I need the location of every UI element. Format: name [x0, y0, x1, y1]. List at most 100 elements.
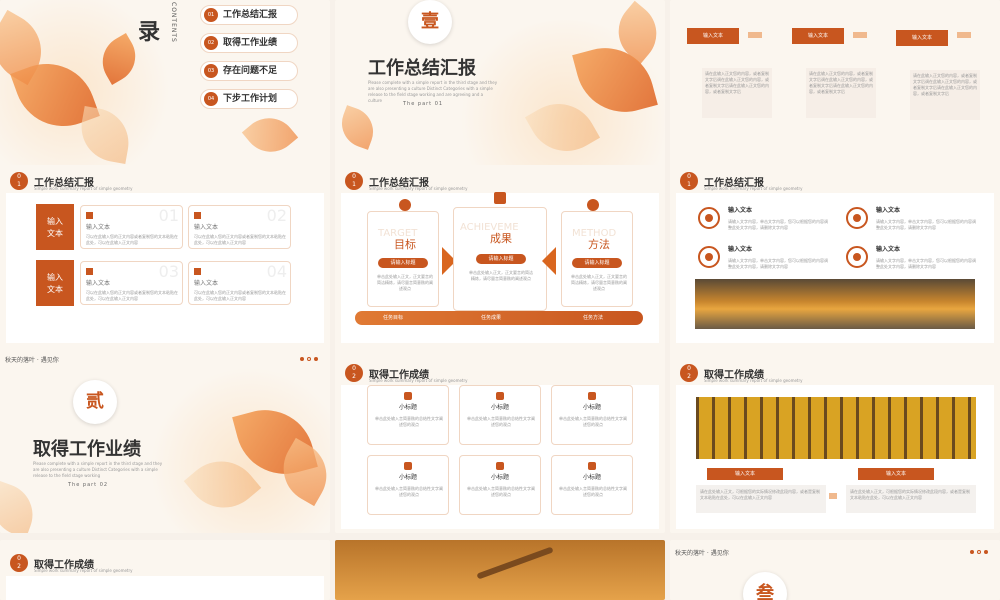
card-head: 小标题 — [398, 404, 417, 411]
slide-summary-cards[interactable]: 0 1 工作总结汇报 Simple work summary report of… — [0, 165, 330, 351]
slide-three-steps[interactable]: 输入文本 输入文本 输入文本 请在此输入正文您的内容，或者复制文字后调在此输入正… — [670, 0, 1000, 186]
achievement-card[interactable]: 小标题 单击此处输入言简意赅的总结性文字阐述您的观点 — [367, 385, 449, 445]
column-head: 目标 — [394, 238, 416, 251]
card-text: 单击此处输入言简意赅的总结性文字阐述您的观点 — [559, 416, 627, 427]
dot-icon — [977, 550, 981, 554]
item-text: 请输入文字内容，单击文字内容，您可以根据您的内容调整此处文字内容，请删除文字内容 — [876, 258, 976, 269]
dot-icon — [307, 357, 311, 361]
card-head: 小标题 — [490, 404, 509, 411]
achievement-card[interactable]: 小标题 单击此处输入言简意赅的总结性文字阐述您的观点 — [367, 455, 449, 515]
monitor-icon — [496, 462, 504, 470]
tree-icon — [846, 207, 868, 229]
info-card[interactable]: 03 输入文本可以在此输入您的正文内容或者复制您的文本粘贴在此处，可以在此输入正文… — [80, 261, 183, 305]
item-label: 存在问题不足 — [223, 66, 278, 76]
monitor-icon — [404, 462, 412, 470]
item-head: 输入文本 — [728, 207, 753, 214]
part-label: The part 02 — [68, 482, 109, 488]
item-number: 04 — [204, 92, 218, 106]
info-card[interactable]: 04 输入文本 可以在此输入您的正文内容或者复制您的文本粘贴在此处，可以在此输入正文… — [188, 261, 291, 305]
item-label: 工作总结汇报 — [223, 10, 278, 20]
contents-item-2[interactable]: 02 取得工作业绩 — [200, 33, 298, 53]
bullet-icon — [194, 212, 201, 219]
text-box-1: 请在此处输入正文，可根据您的实际情况修改此段内容，或者是复制文本粘贴在此处，可以… — [696, 485, 826, 513]
slide-goal-result-method[interactable]: 0 1 工作总结汇报 Simple work summary report of… — [335, 165, 665, 351]
section-subtitle: Simple work summary report of simple geo… — [704, 378, 803, 383]
contents-item-3[interactable]: 03 存在问题不足 — [200, 61, 298, 81]
dot-icon — [300, 357, 304, 361]
card-head: 输入文本 — [86, 280, 111, 287]
monitor-icon — [588, 392, 596, 400]
arrow-icon — [853, 32, 867, 38]
card-text: 可以在此输入您的正文内容或者复制您的文本粘贴在此处，可以在此输入正文内容 — [86, 290, 178, 301]
slide-partial-11[interactable] — [335, 540, 665, 600]
section-number: 0 2 — [680, 364, 698, 382]
contents-item-4[interactable]: 04 下步工作计划 — [200, 89, 298, 109]
column-method[interactable]: METHOD 方法 请输入标题 单击此处输入正文，正文要言的简洁精炼，请尽量言简… — [561, 211, 633, 307]
achievement-card[interactable]: 小标题单击此处输入言简意赅的总结性文字阐述您的观点 — [459, 385, 541, 445]
tree-icon — [698, 207, 720, 229]
column-button[interactable]: 请输入标题 — [476, 254, 526, 264]
footer-label-2: 任务成果 — [481, 315, 502, 321]
slide-part-02[interactable]: 秋天的落叶 · 遇见你 贰 取得工作业绩 Please complete wit… — [0, 347, 330, 533]
maple-leaf — [335, 105, 380, 150]
side-label-2: 输入 文本 — [36, 260, 74, 306]
monitor-icon — [588, 462, 596, 470]
side-label-1: 输入 文本 — [36, 204, 74, 250]
target-icon — [399, 199, 411, 211]
bullet-icon — [194, 268, 201, 275]
task-footer: 任务目标 任务成果 任务方法 — [355, 311, 643, 325]
tagline: 秋天的落叶 · 遇见你 — [675, 550, 729, 557]
achievement-card[interactable]: 小标题 单击此处输入言简意赅的总结性文字阐述您的观点 — [459, 455, 541, 515]
bullet-icon — [86, 212, 93, 219]
contents-item-1[interactable]: 01 工作总结汇报 — [200, 5, 298, 25]
item-label: 取得工作业绩 — [223, 38, 278, 48]
maple-leaf — [241, 106, 299, 164]
arrow-left-icon — [542, 247, 556, 275]
slide-icon-list[interactable]: 0 1 工作总结汇报 Simple work summary report of… — [670, 165, 1000, 351]
achievement-card[interactable]: 小标题单击此处输入言简意赅的总结性文字阐述您的观点 — [551, 385, 633, 445]
card-text: 单击此处输入言简意赅的总结性文字阐述您的观点 — [467, 416, 535, 427]
part-seal: 贰 — [73, 380, 117, 424]
contents-mark: 录 — [138, 20, 161, 45]
slide-forest-photo[interactable]: 0 2 取得工作成绩 Simple work summary report of… — [670, 347, 1000, 533]
item-text: 请输入文字内容，单击文字内容，您可以根据您的内容调整此处文字内容，请删除文字内容 — [876, 219, 976, 230]
card-number: 03 — [158, 262, 179, 281]
slide-partial-part-03[interactable]: 秋天的落叶 · 遇见你 叁 — [670, 540, 1000, 600]
step-box-3: 输入文本 — [896, 30, 948, 46]
card-head: 小标题 — [582, 404, 601, 411]
text-box-label-1: 输入文本 — [707, 468, 783, 480]
section-number: 0 1 — [10, 172, 28, 190]
column-target[interactable]: TARGET 目标 请输入标题 单击此处输入正文，正文要言的简洁精炼，请尽量言简… — [367, 211, 439, 307]
card-text: 可以在此输入您的正文内容或者复制您的文本粘贴在此处，可以在此输入正文内容 — [194, 290, 286, 301]
column-text: 单击此处输入正文，正文要言的简洁精炼，请尽量言简意赅的阐述观点 — [571, 274, 627, 291]
footer-label-3: 任务方法 — [583, 315, 604, 321]
step-text-2: 请在此输入正文您的内容，或者复制文字后调在此输入正文您的内容，或者复制文字后请在… — [806, 68, 876, 118]
column-button[interactable]: 请输入标题 — [378, 258, 428, 268]
slide-six-cards[interactable]: 0 2 取得工作成绩 Simple work summary report of… — [335, 347, 665, 533]
arrow-icon — [957, 32, 971, 38]
dot-icon — [314, 357, 318, 361]
tree-icon — [846, 246, 868, 268]
item-number: 01 — [204, 8, 218, 22]
slide-part-01[interactable]: 壹 工作总结汇报 Please complete with a simple r… — [335, 0, 665, 186]
trophy-icon — [494, 192, 506, 204]
contents-label: CONTENTS — [170, 2, 177, 43]
footer-label-1: 任务目标 — [383, 315, 404, 321]
column-head: 方法 — [588, 238, 610, 251]
part-title: 取得工作业绩 — [33, 439, 141, 460]
column-button[interactable]: 请输入标题 — [572, 258, 622, 268]
monitor-icon — [496, 392, 504, 400]
slide-contents[interactable]: 录 CONTENTS 01 工作总结汇报 02 取得工作业绩 03 存在问题不足 04… — [0, 0, 330, 186]
step-box-1: 输入文本 — [687, 28, 739, 44]
section-subtitle: Simple work summary report of simple geo… — [704, 186, 803, 191]
column-achievement[interactable]: ACHIEVEME 成果 请输入标题 单击此处输入正文，正文要言的简洁精炼，请尽… — [453, 207, 547, 311]
card-head: 输入文本 — [194, 280, 219, 287]
autumn-leaves-photo — [695, 279, 975, 329]
step-box-2: 输入文本 — [792, 28, 844, 44]
info-card[interactable]: 01 输入文本 可以在此输入您的正文内容或者复制您的文本粘贴在此处，可以在此输入正文… — [80, 205, 183, 249]
info-card[interactable]: 02 输入文本 可以在此输入您的正文内容或者复制您的文本粘贴在此处，可以在此输入正文… — [188, 205, 291, 249]
achievement-card[interactable]: 小标题 单击此处输入言简意赅的总结性文字阐述您的观点 — [551, 455, 633, 515]
section-number: 0 2 — [345, 364, 363, 382]
slide-partial-10[interactable]: 0 2 取得工作成绩 Simple work summary report of… — [0, 540, 330, 600]
monitor-icon — [404, 392, 412, 400]
